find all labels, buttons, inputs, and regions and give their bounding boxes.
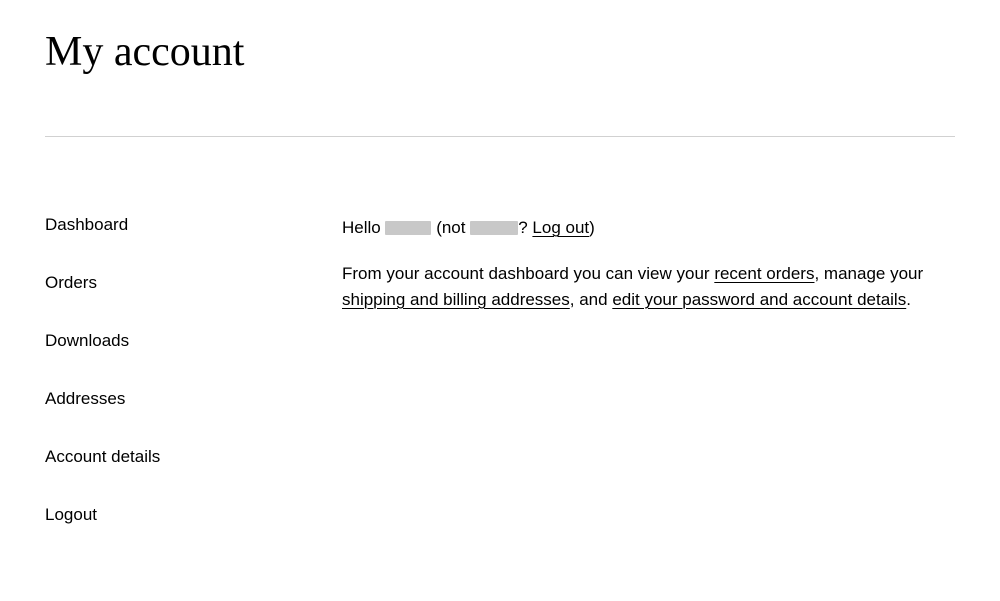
dash-text-2: , manage your [814, 264, 923, 283]
sidebar-item-downloads[interactable]: Downloads [45, 331, 342, 351]
dashboard-description: From your account dashboard you can view… [342, 261, 955, 312]
sidebar-item-dashboard[interactable]: Dashboard [45, 215, 342, 235]
recent-orders-link[interactable]: recent orders [714, 264, 814, 283]
redacted-username-confirm [470, 221, 518, 235]
dash-text-1: From your account dashboard you can view… [342, 264, 714, 283]
sidebar-item-addresses[interactable]: Addresses [45, 389, 342, 409]
redacted-username [385, 221, 431, 235]
greeting-question: ? [518, 218, 532, 237]
account-sidebar: Dashboard Orders Downloads Addresses Acc… [45, 215, 342, 563]
dash-text-4: . [906, 290, 911, 309]
greeting-not-prefix: (not [431, 218, 470, 237]
sidebar-item-orders[interactable]: Orders [45, 273, 342, 293]
sidebar-item-logout[interactable]: Logout [45, 505, 342, 525]
divider [45, 136, 955, 137]
content-wrap: Dashboard Orders Downloads Addresses Acc… [45, 215, 955, 563]
main-content: Hello (not ? Log out) From your account … [342, 215, 955, 563]
dash-text-3: , and [570, 290, 613, 309]
greeting-line: Hello (not ? Log out) [342, 215, 955, 241]
greeting-hello: Hello [342, 218, 385, 237]
account-details-link[interactable]: edit your password and account details [612, 290, 906, 309]
greeting-close-paren: ) [589, 218, 595, 237]
addresses-link[interactable]: shipping and billing addresses [342, 290, 570, 309]
page-title: My account [45, 0, 955, 136]
sidebar-item-account-details[interactable]: Account details [45, 447, 342, 467]
logout-link[interactable]: Log out [532, 218, 589, 237]
